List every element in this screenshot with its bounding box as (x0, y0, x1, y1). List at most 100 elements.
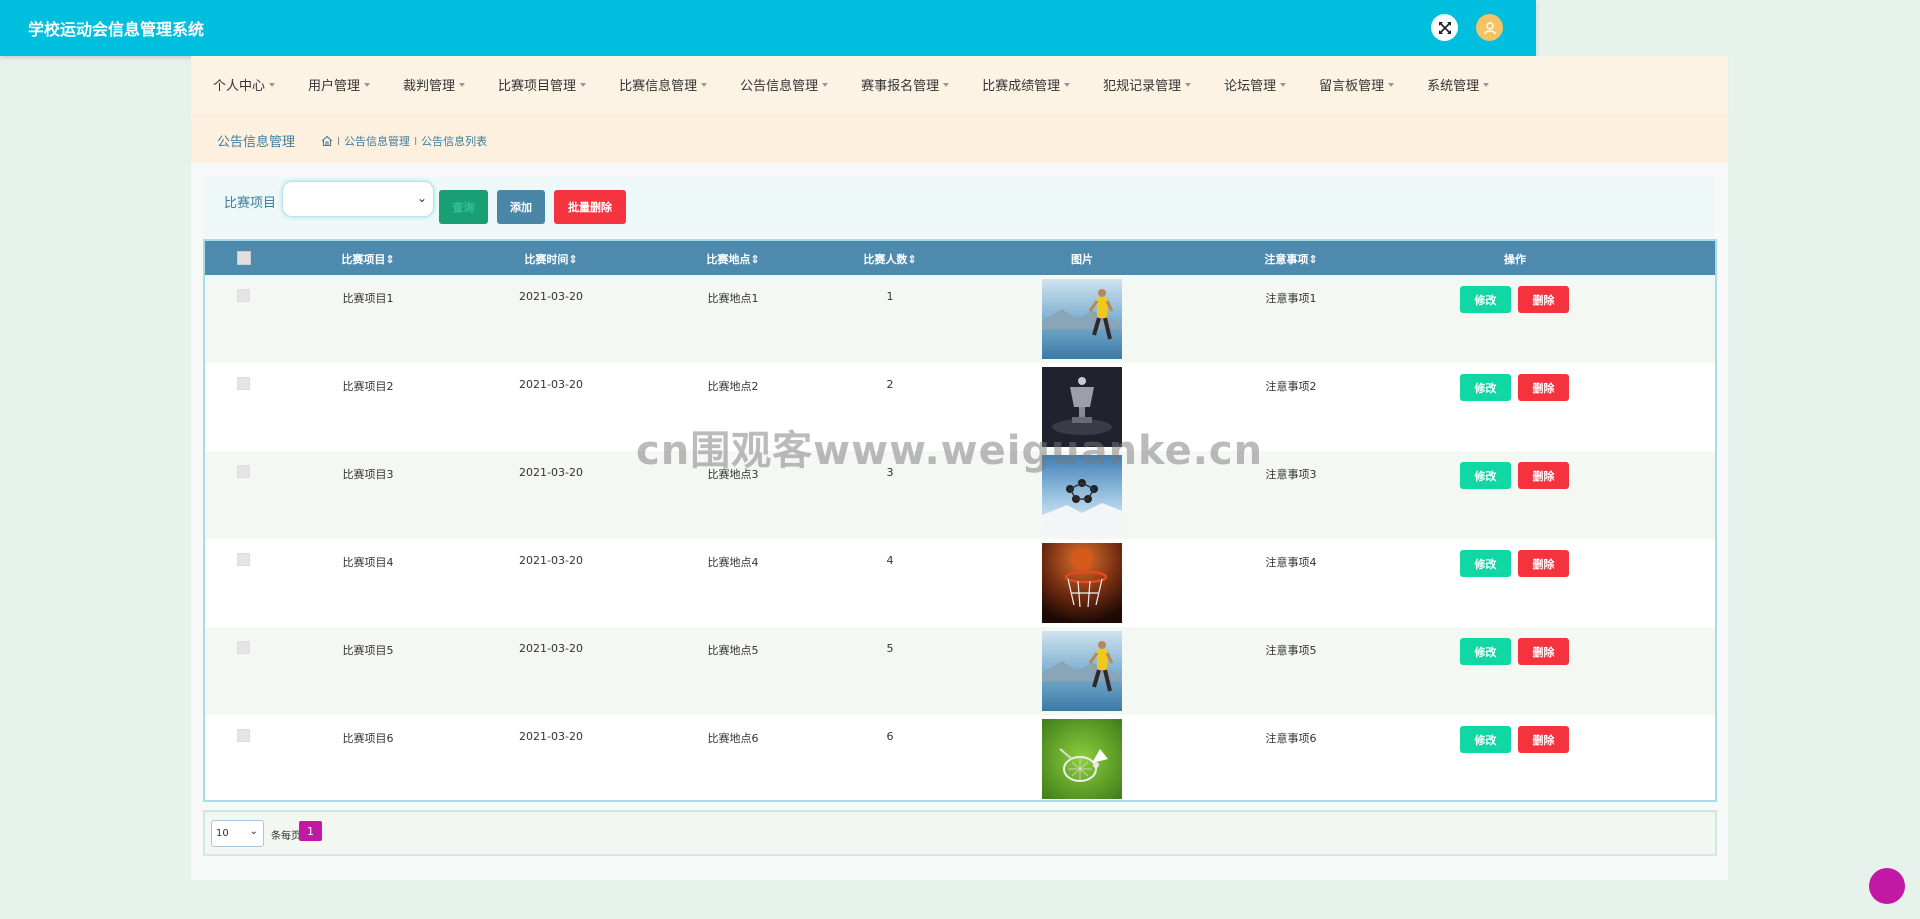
page-size-value: 10 (216, 828, 229, 839)
select-all-checkbox[interactable] (237, 251, 251, 265)
top-header-bar: 学校运动会信息管理系统 (0, 0, 1536, 56)
caret-down-icon (459, 82, 466, 87)
caret-down-icon (269, 82, 276, 87)
search-button-label: 查询 (452, 201, 475, 214)
edit-button-label: 修改 (1474, 469, 1497, 483)
add-button[interactable]: 添加 (497, 190, 545, 224)
nav-item-label: 犯规记录管理 (1103, 79, 1182, 94)
cell-notes: 注意事项2 (1265, 380, 1317, 393)
nav-item-score-management[interactable]: 比赛成绩管理 (982, 75, 1071, 94)
edit-button[interactable]: 修改 (1460, 286, 1511, 313)
badminton-photo (1042, 719, 1122, 799)
nav-item-referee-management[interactable]: 裁判管理 (403, 75, 466, 94)
row-checkbox[interactable] (237, 377, 250, 390)
nav-item-label: 系统管理 (1427, 79, 1480, 94)
cell-participants: 5 (886, 642, 894, 655)
cell-notes: 注意事项1 (1265, 292, 1317, 305)
cell-notes: 注意事项5 (1265, 644, 1317, 657)
basketball-hoop-photo (1042, 543, 1122, 623)
cell-match-place: 比赛地点2 (707, 380, 759, 393)
table-header: 比赛项目⇕ 比赛时间⇕ 比赛地点⇕ 比赛人数⇕ 图片 注意事项⇕ 操作 (205, 241, 1715, 275)
cell-participants: 1 (886, 290, 894, 303)
edit-button[interactable]: 修改 (1460, 462, 1511, 489)
nav-item-label: 用户管理 (308, 79, 361, 94)
delete-button[interactable]: 删除 (1518, 638, 1569, 665)
row-checkbox[interactable] (237, 553, 250, 566)
breadcrumb-level1[interactable]: 公告信息管理 (344, 133, 410, 149)
column-header-notes[interactable]: 注意事项⇕ (1264, 251, 1317, 267)
table-row: 比赛项目5 2021-03-20 比赛地点5 5 注意事项5 修改 删除 (205, 627, 1715, 715)
cell-notes: 注意事项4 (1265, 556, 1317, 569)
nav-item-forum-management[interactable]: 论坛管理 (1224, 75, 1287, 94)
runner-photo (1042, 279, 1122, 359)
edit-button-label: 修改 (1474, 293, 1497, 307)
breadcrumb: l 公告信息管理 l 公告信息列表 (321, 133, 487, 149)
caret-down-icon (943, 82, 950, 87)
caret-down-icon (822, 82, 829, 87)
table-row: 比赛项目1 2021-03-20 比赛地点1 1 注意事项1 修改 删除 (205, 275, 1715, 363)
nav-item-system-management[interactable]: 系统管理 (1427, 75, 1490, 94)
delete-button[interactable]: 删除 (1518, 462, 1569, 489)
delete-button-label: 删除 (1532, 557, 1555, 571)
delete-button[interactable]: 删除 (1518, 374, 1569, 401)
delete-button[interactable]: 删除 (1518, 286, 1569, 313)
filter-bar: 比赛项目 ⌄ 查询 添加 批量删除 (204, 177, 1714, 237)
delete-button[interactable]: 删除 (1518, 726, 1569, 753)
user-menu-button[interactable] (1476, 14, 1503, 41)
edit-button-label: 修改 (1474, 733, 1497, 747)
nav-item-foul-record-management[interactable]: 犯规记录管理 (1103, 75, 1192, 94)
nav-item-personal-center[interactable]: 个人中心 (213, 75, 276, 94)
chevron-down-icon: ⌄ (249, 826, 258, 837)
cell-event-item: 比赛项目3 (342, 468, 394, 481)
page-size-select[interactable]: 10 ⌄ (211, 820, 264, 847)
nav-item-event-item-management[interactable]: 比赛项目管理 (498, 75, 587, 94)
column-header-actions: 操作 (1504, 251, 1526, 267)
delete-button-label: 删除 (1532, 733, 1555, 747)
column-header-match-time[interactable]: 比赛时间⇕ (524, 251, 577, 267)
column-header-label: 操作 (1504, 253, 1526, 266)
breadcrumb-separator: l (337, 134, 341, 148)
app-title: 学校运动会信息管理系统 (28, 20, 205, 39)
nav-item-notice-management[interactable]: 公告信息管理 (740, 75, 829, 94)
fullscreen-button[interactable] (1431, 14, 1458, 41)
column-header-label: 比赛时间 (524, 253, 569, 266)
edit-button[interactable]: 修改 (1460, 726, 1511, 753)
caret-down-icon (1280, 82, 1287, 87)
column-header-participants[interactable]: 比赛人数⇕ (863, 251, 916, 267)
edit-button[interactable]: 修改 (1460, 374, 1511, 401)
page-number-button[interactable]: 1 (299, 821, 322, 841)
chevron-down-icon: ⌄ (416, 191, 427, 205)
nav-item-message-board-management[interactable]: 留言板管理 (1319, 75, 1395, 94)
edit-button[interactable]: 修改 (1460, 550, 1511, 577)
nav-item-label: 论坛管理 (1224, 79, 1277, 94)
nav-item-match-info-management[interactable]: 比赛信息管理 (619, 75, 708, 94)
nav-item-label: 赛事报名管理 (861, 79, 940, 94)
floating-action-button[interactable] (1869, 868, 1905, 904)
home-icon[interactable] (321, 135, 333, 147)
cell-event-item: 比赛项目6 (342, 732, 394, 745)
expand-icon (1438, 21, 1451, 34)
batch-delete-button[interactable]: 批量删除 (554, 190, 626, 224)
sort-icon: ⇕ (907, 253, 917, 266)
caret-down-icon (1064, 82, 1071, 87)
sort-icon: ⇕ (1308, 253, 1318, 266)
row-checkbox[interactable] (237, 289, 250, 302)
nav-item-registration-management[interactable]: 赛事报名管理 (861, 75, 950, 94)
search-button[interactable]: 查询 (439, 190, 488, 224)
column-header-match-place[interactable]: 比赛地点⇕ (706, 251, 759, 267)
delete-button[interactable]: 删除 (1518, 550, 1569, 577)
edit-button[interactable]: 修改 (1460, 638, 1511, 665)
cell-match-time: 2021-03-20 (519, 642, 583, 655)
add-button-label: 添加 (510, 201, 532, 214)
row-checkbox[interactable] (237, 465, 250, 478)
column-header-event-item[interactable]: 比赛项目⇕ (341, 251, 394, 267)
cell-match-time: 2021-03-20 (519, 378, 583, 391)
nav-item-label: 公告信息管理 (740, 79, 819, 94)
nav-item-label: 比赛成绩管理 (982, 79, 1061, 94)
row-checkbox[interactable] (237, 729, 250, 742)
event-item-select[interactable]: ⌄ (282, 181, 434, 217)
column-header-label: 注意事项 (1264, 253, 1309, 266)
page-title: 公告信息管理 (217, 135, 296, 150)
row-checkbox[interactable] (237, 641, 250, 654)
nav-item-user-management[interactable]: 用户管理 (308, 75, 371, 94)
